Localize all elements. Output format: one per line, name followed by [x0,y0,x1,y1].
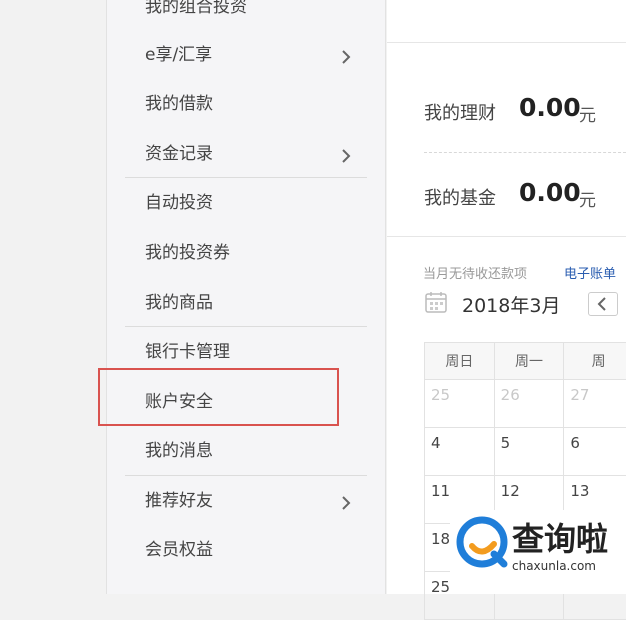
prev-month-button[interactable] [588,292,618,316]
page-margin [0,0,106,594]
main-content: 我的理财 0.00 元 我的基金 0.00 元 当月无待收还款项 电子账单 20… [387,0,626,594]
jijin-unit: 元 [579,186,596,211]
no-repayment-note: 当月无待收还款项 [423,263,527,282]
calendar-day[interactable]: 25 [425,380,495,428]
chevron-right-icon[interactable] [340,49,352,65]
calendar-icon [424,290,448,314]
sidebar-item-auto-invest[interactable]: 自动投资 [145,188,213,218]
divider [125,326,367,327]
jijin-label: 我的基金 [424,184,496,210]
chevron-right-icon[interactable] [340,148,352,164]
chevron-right-icon[interactable] [340,495,352,511]
watermark-text: 查询啦 [512,520,608,558]
sidebar-item-bank-cards[interactable]: 银行卡管理 [145,337,230,367]
calendar-week-row: 25 26 27 [425,380,626,428]
calendar-day[interactable]: 4 [425,428,495,476]
divider [125,177,367,178]
watermark-domain: chaxunla.com [512,559,596,573]
sidebar-item-products[interactable]: 我的商品 [145,288,213,318]
calendar-day[interactable]: 27 [564,380,626,428]
chaxunla-logo: 查询啦 chaxunla.com [450,510,626,594]
licai-label: 我的理财 [424,99,496,125]
sidebar-item-exiang[interactable]: e享/汇享 [145,40,212,70]
calendar-day[interactable]: 5 [494,428,564,476]
sidebar-item-refer-friends[interactable]: 推荐好友 [145,486,213,516]
divider [387,42,626,43]
weekday-header: 周日 [425,343,495,380]
sidebar-item-coupons[interactable]: 我的投资券 [145,238,230,268]
divider [387,236,626,237]
sidebar-item-fund-records[interactable]: 资金记录 [145,139,213,169]
divider [424,152,626,153]
jijin-value: 0.00 [519,178,581,207]
sidebar-nav: 我的组合投资 e享/汇享 我的借款 资金记录 自动投资 我的投资券 我的商品 银… [106,0,386,594]
calendar-week-row: 4 5 6 [425,428,626,476]
weekday-header: 周 [564,343,626,380]
highlight-box [98,368,339,426]
sidebar-item-portfolio[interactable]: 我的组合投资 [145,0,247,22]
calendar-month: 2018年3月 [462,291,560,318]
calendar-day[interactable]: 6 [564,428,626,476]
e-statement-link[interactable]: 电子账单 [564,263,616,282]
licai-value: 0.00 [519,93,581,122]
sidebar-item-loans[interactable]: 我的借款 [145,89,213,119]
licai-unit: 元 [579,101,596,126]
calendar-header-row: 周日 周一 周 [425,343,626,380]
sidebar-item-messages[interactable]: 我的消息 [145,436,213,466]
weekday-header: 周一 [494,343,564,380]
chevron-left-icon [589,293,617,315]
watermark-logo: 查询啦 chaxunla.com [450,510,626,594]
divider [125,475,367,476]
sidebar-item-member-benefits[interactable]: 会员权益 [145,535,213,565]
calendar-day[interactable]: 26 [494,380,564,428]
